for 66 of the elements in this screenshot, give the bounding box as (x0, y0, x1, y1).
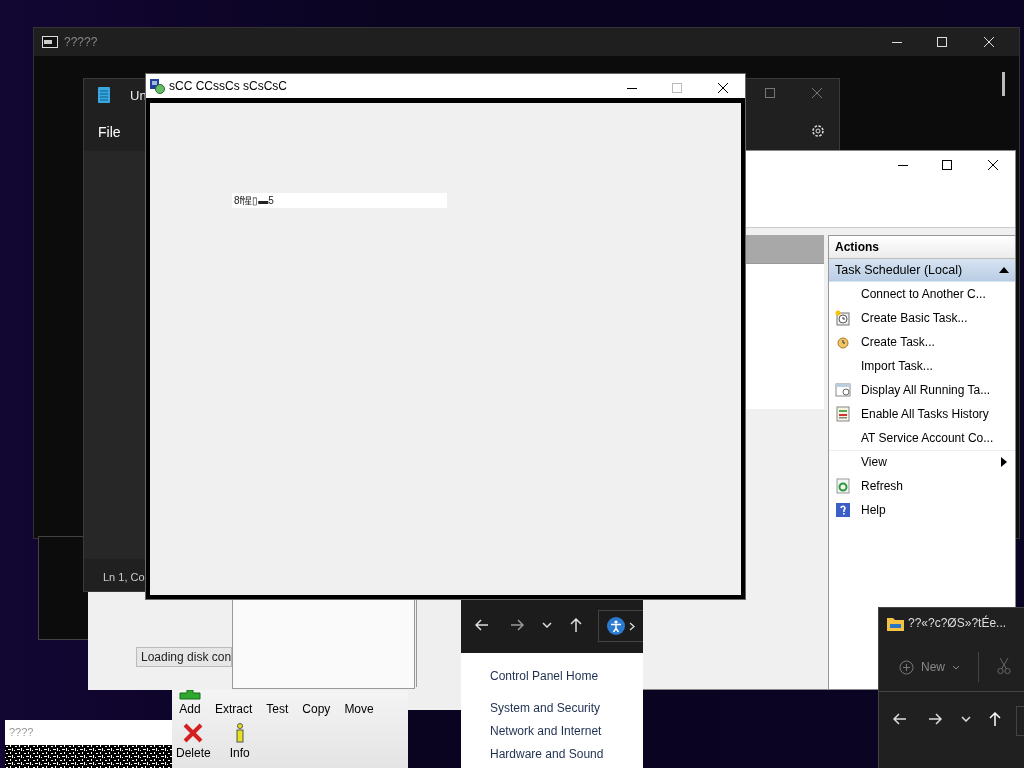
up-icon[interactable] (570, 618, 582, 632)
window-title: ??«?c?ØS»?tÉe... (908, 616, 1007, 630)
close-icon (812, 88, 822, 98)
back-icon[interactable] (893, 713, 907, 725)
toolbar-button[interactable]: Info (224, 722, 255, 760)
list-icon (835, 405, 851, 422)
window-title: ????? (64, 35, 98, 49)
chevron-down-icon[interactable] (961, 716, 971, 722)
address-bar[interactable] (598, 610, 643, 642)
new-button[interactable]: New (899, 657, 960, 677)
action-item[interactable]: View (829, 450, 1015, 474)
action-item[interactable]: Refresh (829, 474, 1015, 498)
toolbar-button[interactable]: Extract (211, 690, 257, 716)
refresh-icon (835, 477, 851, 494)
submenu-arrow-icon (1001, 457, 1007, 467)
window-title: sCC CCssCs sCsCsC (169, 79, 287, 93)
caret-icon[interactable] (999, 266, 1009, 274)
toolbar-button[interactable]: Test (262, 690, 293, 716)
action-item[interactable]: Create Basic Task... (829, 306, 1015, 330)
maximize-icon (937, 37, 947, 47)
plus-icon (179, 690, 201, 700)
forward-icon[interactable] (510, 619, 524, 631)
maximize-icon (672, 83, 682, 93)
app-icon (149, 78, 165, 94)
settings-icon[interactable] (810, 123, 826, 139)
window-list-icon (835, 381, 851, 398)
terminal-icon (42, 36, 58, 48)
maximize-icon (765, 88, 775, 98)
maximize-icon (942, 160, 952, 170)
action-item[interactable]: Connect to Another C... (829, 282, 1015, 306)
back-icon[interactable] (475, 619, 489, 631)
menu-item[interactable]: File (98, 124, 121, 140)
caret-icon (952, 664, 960, 670)
toolbar-button[interactable]: Add (175, 690, 205, 716)
status-text: Loading disk con (136, 647, 232, 667)
text-field[interactable]: 8f惺▯▬5 (232, 193, 447, 208)
close-icon (988, 160, 998, 170)
scissors-icon[interactable] (997, 657, 1011, 675)
nav-link[interactable]: Hardware and Sound (490, 747, 604, 761)
scrollbar-thumb[interactable] (1002, 72, 1005, 96)
close-icon (718, 83, 728, 93)
toolbar-button[interactable]: Move (340, 690, 378, 716)
nav-link[interactable]: System and Security (490, 701, 601, 715)
help-icon (835, 501, 851, 518)
action-item[interactable]: AT Service Account Co... (829, 426, 1015, 450)
section-header[interactable]: Task Scheduler (Local) (829, 259, 1015, 282)
chevron-down-icon[interactable] (542, 622, 552, 628)
nav-link[interactable]: Network and Internet (490, 724, 602, 738)
nav-link[interactable]: Control Panel Home (490, 669, 599, 683)
status-text: Ln 1, Co (103, 571, 145, 583)
action-item[interactable]: Enable All Tasks History (829, 402, 1015, 426)
plus-circle-icon (899, 659, 914, 675)
chevron-right-icon (629, 621, 635, 631)
folder-icon (887, 616, 904, 631)
action-item[interactable]: Import Task... (829, 354, 1015, 378)
action-item[interactable]: Create Task... (829, 330, 1015, 354)
cross-icon (182, 722, 205, 744)
notepad-icon (98, 87, 110, 103)
window-title: ???? (9, 726, 34, 738)
action-item[interactable]: Help (829, 498, 1015, 522)
clock-icon (835, 309, 851, 326)
toolbar-button[interactable]: Copy (298, 690, 335, 716)
toolbar-button[interactable]: Delete (172, 722, 215, 760)
close-icon (984, 37, 994, 47)
accessibility-icon (607, 617, 625, 635)
action-item[interactable]: Display All Running Ta... (829, 378, 1015, 402)
